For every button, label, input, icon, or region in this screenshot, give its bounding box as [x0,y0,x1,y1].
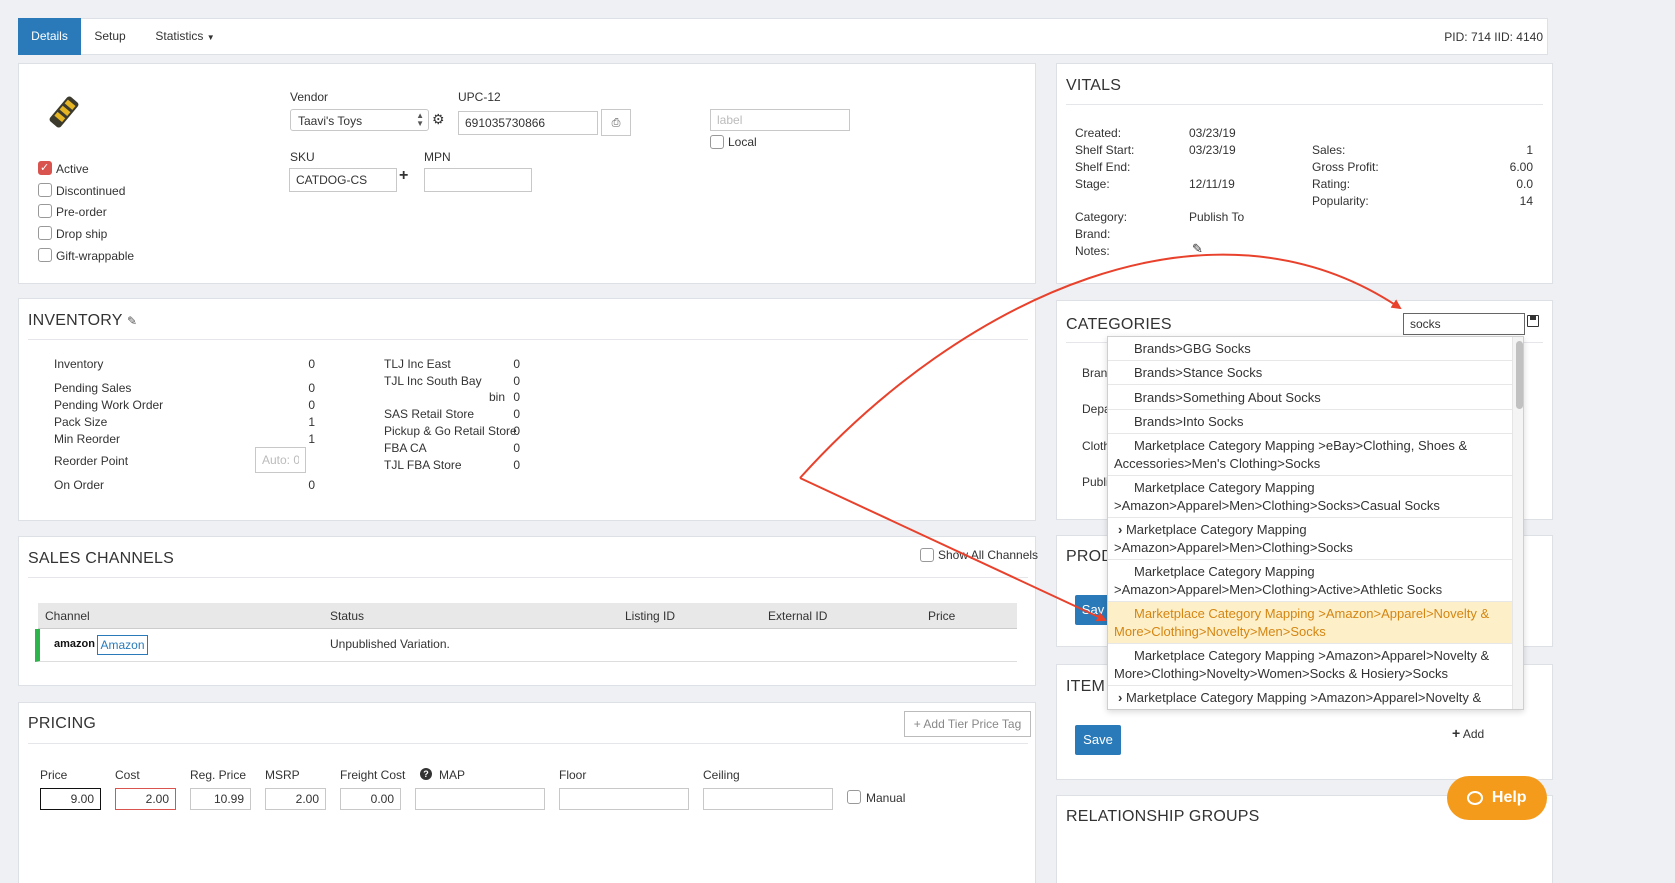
chat-bubble-icon [1467,790,1484,805]
annotation-arrow-to-search [799,253,1402,479]
annotation-arrow-to-option [799,477,1107,622]
help-button[interactable]: Help [1447,776,1547,820]
help-label: Help [1491,789,1527,806]
annotation-arrows [799,253,1402,622]
